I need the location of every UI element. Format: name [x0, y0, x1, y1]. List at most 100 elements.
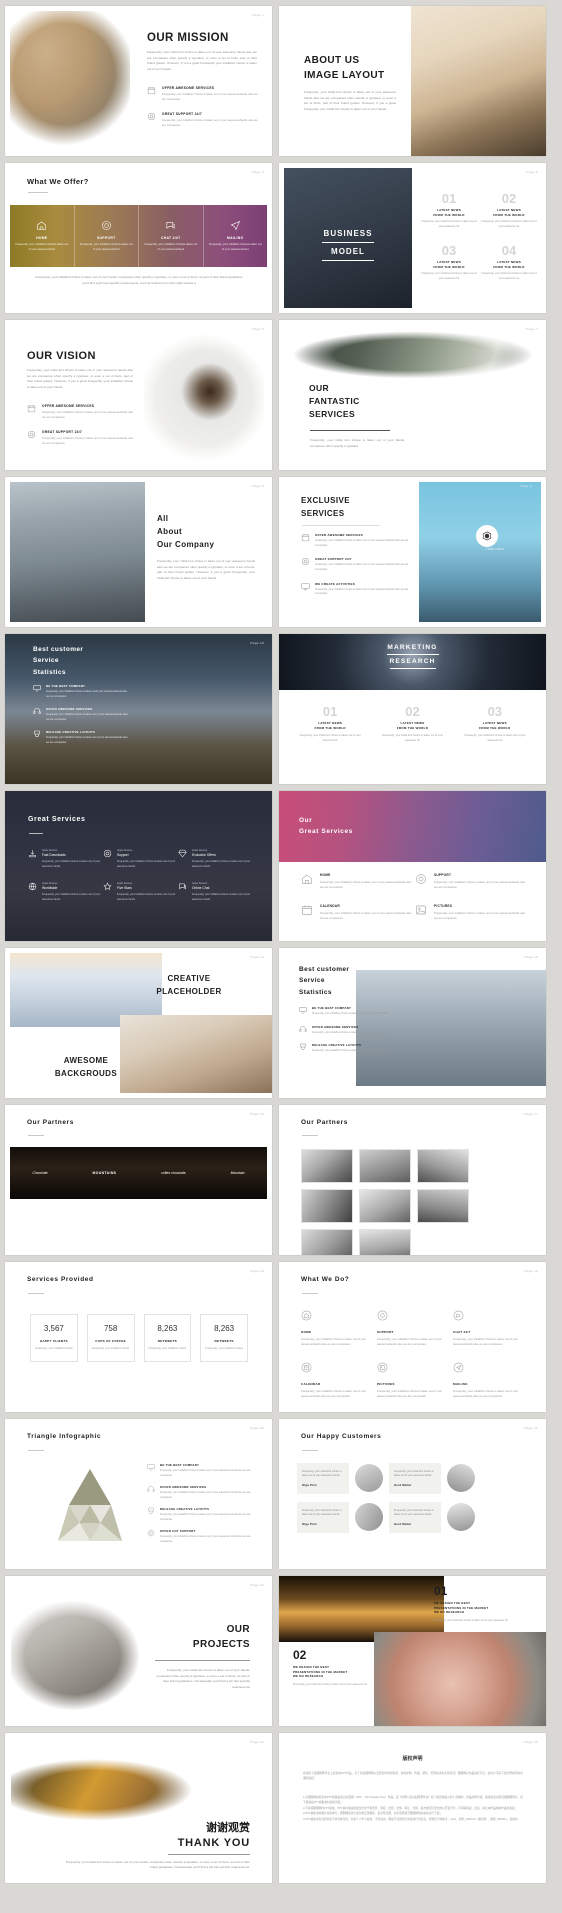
slide-our-partners-photos[interactable]: Page 17 Our Partners [279, 1105, 546, 1255]
page-number: Page 22 [250, 1583, 264, 1587]
page-number: Page 15 [524, 955, 538, 959]
page-subtitle: IMAGE LAYOUT [304, 69, 385, 81]
title-rule [302, 525, 380, 526]
slide-happy-customers[interactable]: Page 21 Our Happy Customers Frequently, … [279, 1419, 546, 1569]
slide-exclusive-services[interactable]: Page 9 EXCLUSIVE SERVICES OFFER AWESOME … [279, 477, 546, 627]
slide-services-provided[interactable]: Page 18 Services Provided 3,567 HAPPY CL… [5, 1262, 272, 1412]
cell-label: SUPPORT [434, 873, 452, 877]
feature-text: Frequently, your initialfont choice is t… [315, 539, 409, 547]
service-cell[interactable]: PICTURES Frequently, your initialfont ch… [377, 1360, 453, 1399]
page-number: Page 1 [252, 13, 264, 17]
feature-item: OFFER AWESOME SERVICES Frequently, your … [33, 707, 128, 722]
partner-photo[interactable] [359, 1189, 411, 1223]
slide-fantastic-services[interactable]: Page 7 OUR FANTASTIC SERVICES Frequently… [279, 320, 546, 470]
slide-our-projects[interactable]: Page 22 OUR PROJECTS Frequently, your in… [5, 1576, 272, 1726]
service-cell[interactable]: Apple Devices Support Frequently, your i… [103, 849, 178, 869]
stat-card[interactable]: 8,263 RETWEETS Frequently, your initialf… [200, 1314, 248, 1362]
avatar [355, 1464, 383, 1493]
testimonial-name: Gerd Muller [394, 1483, 412, 1487]
slide-numbered-projects[interactable]: 01 WE DESIGN THE BEST PRESENTATIONS IN T… [279, 1576, 546, 1726]
item-text: Frequently, your initial font choice is … [381, 734, 444, 742]
page-title: OUR [309, 383, 330, 393]
feature-text: Frequently, your initialfont choice is t… [315, 563, 409, 571]
page-title-3: AWESOME [63, 1055, 109, 1065]
slide-our-vision[interactable]: Page 5 OUR VISION Frequently, your initi… [5, 320, 272, 470]
page-title: Great Services [28, 816, 86, 823]
testimonial-card[interactable]: Frequently, your initial font choice is … [297, 1501, 349, 1533]
avatar [447, 1464, 475, 1493]
service-cell[interactable]: SUPPORT Frequently, your initialfont cho… [377, 1308, 453, 1347]
partner-logo[interactable]: coffee chocolate [161, 1171, 186, 1175]
partner-photo[interactable] [301, 1229, 353, 1255]
avatar [355, 1503, 383, 1532]
stat-value: 758 [103, 1324, 118, 1333]
slide-creative-placeholder[interactable]: Page 14 CREATIVE PLACEHOLDER AWESOME BAC… [5, 948, 272, 1098]
slide-thank-you[interactable]: Page 24 谢谢观赏 THANK YOU Frequently, your … [5, 1733, 272, 1883]
testimonial-card[interactable]: Frequently, your initial font choice is … [389, 1463, 441, 1494]
service-cell[interactable]: HOME Frequently, your initialfont choice… [301, 873, 415, 890]
item-number: 04 [501, 243, 517, 259]
partner-logo[interactable]: Chocolate [32, 1171, 47, 1175]
slide-our-great-services[interactable]: Our Great Services HOME Frequently, your… [279, 791, 546, 941]
partner-photo[interactable] [417, 1149, 469, 1183]
intro-paragraph: Frequently, your initial font choice is … [157, 559, 255, 581]
gold-wave-photo [11, 1747, 196, 1825]
stat-card[interactable]: 758 CUPS OF COFFEE Frequently, your init… [86, 1314, 135, 1362]
testimonial-name: Olga Prim [302, 1483, 317, 1487]
feature-item: BE THE BEST COMPANY Frequently, your ini… [147, 1463, 259, 1478]
page-number: Page 9 [520, 484, 532, 488]
stat-card[interactable]: 8,263 RETWEETS Frequently, your initialf… [143, 1314, 192, 1362]
offer-column[interactable]: SUPPORT Frequently, your initialfont cho… [75, 205, 139, 267]
page-title-2: About [157, 526, 183, 536]
testimonial-card[interactable]: Frequently, your initial font choice is … [389, 1501, 441, 1533]
slide-marketing-research[interactable]: MARKETING RESEARCH 01 LATEST NEWS FROM T… [279, 634, 546, 784]
partner-photo-grid [301, 1149, 526, 1255]
service-cell[interactable]: SUPPORT Frequently, your initialfont cho… [415, 873, 529, 890]
slide-about-company[interactable]: Page 8 All About Our Company Frequently,… [5, 477, 272, 627]
offer-column[interactable]: MAILING Frequently, your initialfont cho… [204, 205, 268, 267]
partner-logo[interactable]: MOUNTAINS [92, 1171, 116, 1175]
slide-triangle-infographic[interactable]: Page 20 Triangle Infographic BE THE BEST… [5, 1419, 272, 1569]
service-cell[interactable]: Apple Devices Exclusive Offers Frequentl… [178, 849, 253, 869]
offer-column[interactable]: CHAT 24/7 Frequently, your initialfont c… [139, 205, 204, 267]
service-cell[interactable]: Apple Devices Five Stars Frequently, you… [103, 882, 178, 902]
partner-photo[interactable] [417, 1189, 469, 1223]
slide-our-mission[interactable]: Page 1 OUR MISSION Frequently, your init… [5, 6, 272, 156]
slide-copyright-notice[interactable]: Page 25 版权声明 感谢您下载图网网平台上提供的PPT作品，为了您和图网网… [279, 1733, 546, 1883]
cell-label: Support [116, 853, 129, 857]
service-cell[interactable]: Apple Devices Fast Downloads Frequently,… [28, 849, 103, 869]
partner-photo[interactable] [359, 1149, 411, 1183]
feature-text: Frequently, your initialfont choice is t… [46, 690, 127, 698]
slide-great-services-dark[interactable]: Great Services Apple Devices Fast Downlo… [5, 791, 272, 941]
slide-our-partners-logos[interactable]: Page 16 Our Partners Chocolate MOUNTAINS… [5, 1105, 272, 1255]
feature-text: Frequently, your initialfont choice is t… [315, 587, 409, 596]
service-cell[interactable]: HOME Frequently, your initialfont choice… [301, 1308, 377, 1347]
stat-card[interactable]: 3,567 HAPPY CLIENTS Frequently, your ini… [30, 1314, 78, 1362]
testimonial-card[interactable]: Frequently, your initial font choice is … [297, 1463, 349, 1494]
service-cell[interactable]: PICTURES Frequently, your initialfont ch… [415, 904, 529, 921]
service-cell[interactable]: CALENDAR Frequently, your initialfont ch… [301, 1360, 377, 1399]
page-title: Our Partners [301, 1119, 348, 1126]
service-cell[interactable]: Apple Devices Online Chat Frequently, yo… [178, 882, 253, 902]
feature-title: RELEASE CREATIVE LAYOUTS [160, 1507, 210, 1511]
slide-customer-statistics-dark[interactable]: Page 10 Best customer Service Statistics… [5, 634, 272, 784]
monitor-icon [147, 1463, 155, 1478]
slide-what-we-offer[interactable]: Page 3 What We Offer? HOME Frequently, y… [5, 163, 272, 313]
service-cell[interactable]: CALENDAR Frequently, your initialfont ch… [301, 904, 415, 921]
slide-about-us[interactable]: ABOUT US IMAGE LAYOUT Frequently, your i… [279, 6, 546, 156]
offer-column[interactable]: HOME Frequently, your initialfont choice… [10, 205, 75, 267]
item-text: Frequently, your initial font choice is … [464, 734, 526, 742]
slide-business-model[interactable]: BUSINESS MODEL Page 5 01 LATEST NEWS FRO… [279, 163, 546, 313]
service-cell[interactable]: CHAT 24/7 Frequently, your initialfont c… [453, 1308, 529, 1347]
home-icon [301, 873, 313, 890]
partner-logo[interactable]: Mountain [231, 1171, 245, 1175]
service-cell[interactable]: Apple Devices Worldwide Frequently, your… [28, 882, 103, 902]
partner-photo[interactable] [301, 1149, 353, 1183]
partner-photo[interactable] [301, 1189, 353, 1223]
item-text: Frequently, your initial font choice is … [421, 272, 477, 280]
slide-customer-statistics-road[interactable]: Page 15 Best customer Service Statistics… [279, 948, 546, 1098]
service-cell[interactable]: MAILING Frequently, your initialfont cho… [453, 1360, 529, 1399]
slide-what-we-do[interactable]: Page 19 What We Do? HOME Frequently, you… [279, 1262, 546, 1412]
partner-photo[interactable] [359, 1229, 411, 1255]
feature-title: OFFER AWESOME SERVICES [162, 86, 215, 90]
